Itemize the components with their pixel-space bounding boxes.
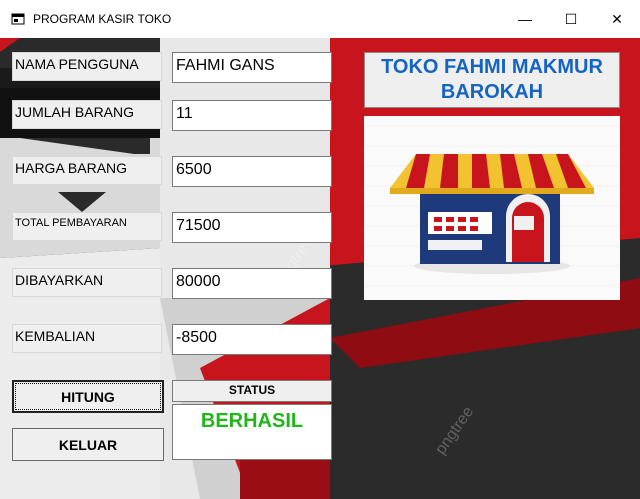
- status-label: STATUS: [172, 380, 332, 402]
- store-name-title: TOKO FAHMI MAKMUR BAROKAH: [364, 52, 620, 108]
- nama-pengguna-label: NAMA PENGGUNA: [12, 52, 162, 81]
- dibayarkan-label: DIBAYARKAN: [12, 268, 162, 297]
- kembalian-field[interactable]: -8500: [172, 324, 332, 355]
- minimize-button[interactable]: —: [502, 0, 548, 38]
- hitung-button[interactable]: HITUNG: [12, 380, 164, 413]
- harga-barang-label: HARGA BARANG: [12, 156, 162, 185]
- dibayarkan-field[interactable]: 80000: [172, 268, 332, 299]
- maximize-button[interactable]: ☐: [548, 0, 594, 38]
- maximize-icon: ☐: [564, 10, 578, 27]
- window-title: PROGRAM KASIR TOKO: [33, 12, 172, 26]
- app-window-icon: [11, 13, 25, 25]
- status-value: BERHASIL: [200, 410, 304, 432]
- close-icon: ✕: [611, 10, 623, 27]
- status-box: BERHASIL: [172, 404, 332, 460]
- shop-storefront-icon: [364, 125, 620, 287]
- nama-pengguna-field[interactable]: FAHMI GANS: [172, 52, 332, 83]
- kembalian-label: KEMBALIAN: [12, 324, 162, 353]
- title-bar[interactable]: PROGRAM KASIR TOKO — ☐ ✕: [0, 0, 640, 38]
- store-image: [364, 116, 620, 300]
- form-client-area: pngtree pngtree NAMA PENGGUNA FAHMI GANS…: [0, 38, 640, 499]
- jumlah-barang-field[interactable]: 11: [172, 100, 332, 131]
- close-button[interactable]: ✕: [594, 0, 640, 38]
- total-pembayaran-field[interactable]: 71500: [172, 212, 332, 243]
- jumlah-barang-label: JUMLAH BARANG: [12, 100, 162, 129]
- app-window: PROGRAM KASIR TOKO — ☐ ✕ pngtree pngtree…: [0, 0, 640, 499]
- minimize-icon: —: [518, 11, 532, 27]
- harga-barang-field[interactable]: 6500: [172, 156, 332, 187]
- total-pembayaran-label: TOTAL PEMBAYARAN: [12, 212, 162, 241]
- keluar-button[interactable]: KELUAR: [12, 428, 164, 461]
